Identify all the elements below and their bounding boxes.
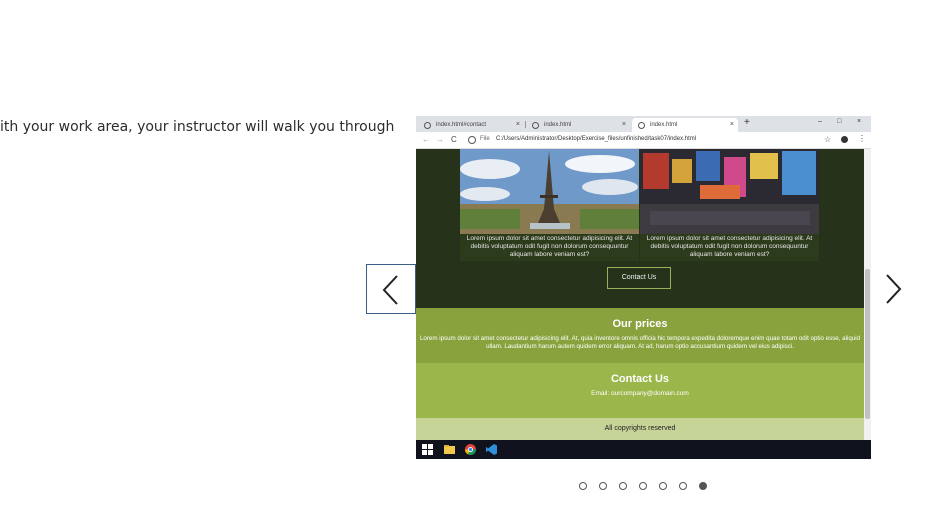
- chrome-icon[interactable]: [465, 444, 476, 455]
- intro-text: ith your work area, your instructor will…: [0, 119, 395, 135]
- carousel-dot[interactable]: [619, 482, 627, 490]
- vscode-icon[interactable]: [486, 444, 497, 455]
- contact-email: Email: ourcompany@domain.com: [591, 390, 689, 397]
- browser-tab-active[interactable]: index.html ×: [632, 118, 738, 132]
- globe-icon: [532, 122, 539, 129]
- browser-tab-bar: index.html#contact × index.html × index.…: [416, 116, 871, 132]
- carousel-prev-button[interactable]: [366, 264, 416, 314]
- windows-icon[interactable]: [422, 444, 433, 455]
- globe-icon: [638, 122, 645, 129]
- forward-button[interactable]: →: [436, 135, 444, 144]
- address-bar: ← → C File C:/Users/Administrator/Deskto…: [416, 132, 871, 149]
- card-caption: Lorem ipsum dolor sit amet consectetur a…: [466, 235, 633, 258]
- chevron-left-icon: [382, 275, 398, 305]
- tab-label: index.html: [544, 122, 572, 128]
- menu-icon[interactable]: ⋮: [858, 134, 866, 143]
- reload-button[interactable]: C: [451, 135, 457, 144]
- file-scheme-label: File: [480, 136, 490, 142]
- window-close-button[interactable]: ×: [857, 118, 861, 125]
- scrollbar[interactable]: [864, 149, 871, 440]
- tab-label: index.html#contact: [436, 122, 487, 128]
- carousel-dot[interactable]: [599, 482, 607, 490]
- info-icon[interactable]: [468, 136, 476, 144]
- carousel-dot[interactable]: [679, 482, 687, 490]
- account-icon[interactable]: [841, 136, 848, 143]
- close-icon[interactable]: ×: [622, 118, 626, 132]
- contact-heading: Contact Us: [610, 373, 670, 385]
- gallery-section: Lorem ipsum dolor sit amet consectetur a…: [416, 149, 864, 318]
- chevron-right-icon: [886, 274, 902, 304]
- scrollbar-thumb[interactable]: [865, 269, 870, 419]
- carousel-dot[interactable]: [579, 482, 587, 490]
- carousel-dot-active[interactable]: [699, 482, 707, 490]
- contact-section: Contact Us Email: ourcompany@domain.com: [416, 363, 864, 418]
- page-viewport: Lorem ipsum dolor sit amet consectetur a…: [416, 149, 864, 440]
- card-caption: Lorem ipsum dolor sit amet consectetur a…: [646, 235, 813, 258]
- close-icon[interactable]: ×: [516, 118, 520, 132]
- maximize-button[interactable]: □: [837, 118, 841, 125]
- new-tab-button[interactable]: +: [744, 117, 750, 128]
- contact-us-button[interactable]: Contact Us: [607, 267, 671, 289]
- close-icon[interactable]: ×: [730, 118, 734, 132]
- taskbar: [416, 440, 871, 459]
- bookmark-star-icon[interactable]: ☆: [824, 135, 831, 144]
- browser-tab[interactable]: index.html#contact ×: [418, 118, 524, 132]
- back-button[interactable]: ←: [422, 135, 430, 144]
- globe-icon: [424, 122, 431, 129]
- file-explorer-icon[interactable]: [444, 444, 455, 455]
- carousel-dot[interactable]: [639, 482, 647, 490]
- prices-heading: Our prices: [612, 318, 668, 330]
- prices-text: Lorem ipsum dolor sit amet consectetur a…: [419, 335, 861, 350]
- gallery-card: Lorem ipsum dolor sit amet consectetur a…: [460, 149, 639, 261]
- page-footer: All copyrights reserved: [416, 418, 864, 440]
- tab-label: index.html: [650, 122, 678, 128]
- browser-tab[interactable]: index.html ×: [526, 118, 630, 132]
- url-input[interactable]: C:/Users/Administrator/Desktop/Exercise_…: [496, 136, 696, 142]
- prices-section: Our prices Lorem ipsum dolor sit amet co…: [416, 308, 864, 363]
- gallery-card: Lorem ipsum dolor sit amet consectetur a…: [640, 149, 819, 261]
- carousel-next-button[interactable]: [872, 264, 916, 314]
- carousel-dot[interactable]: [659, 482, 667, 490]
- minimize-button[interactable]: –: [818, 118, 822, 125]
- slide-screenshot: index.html#contact × index.html × index.…: [416, 116, 871, 459]
